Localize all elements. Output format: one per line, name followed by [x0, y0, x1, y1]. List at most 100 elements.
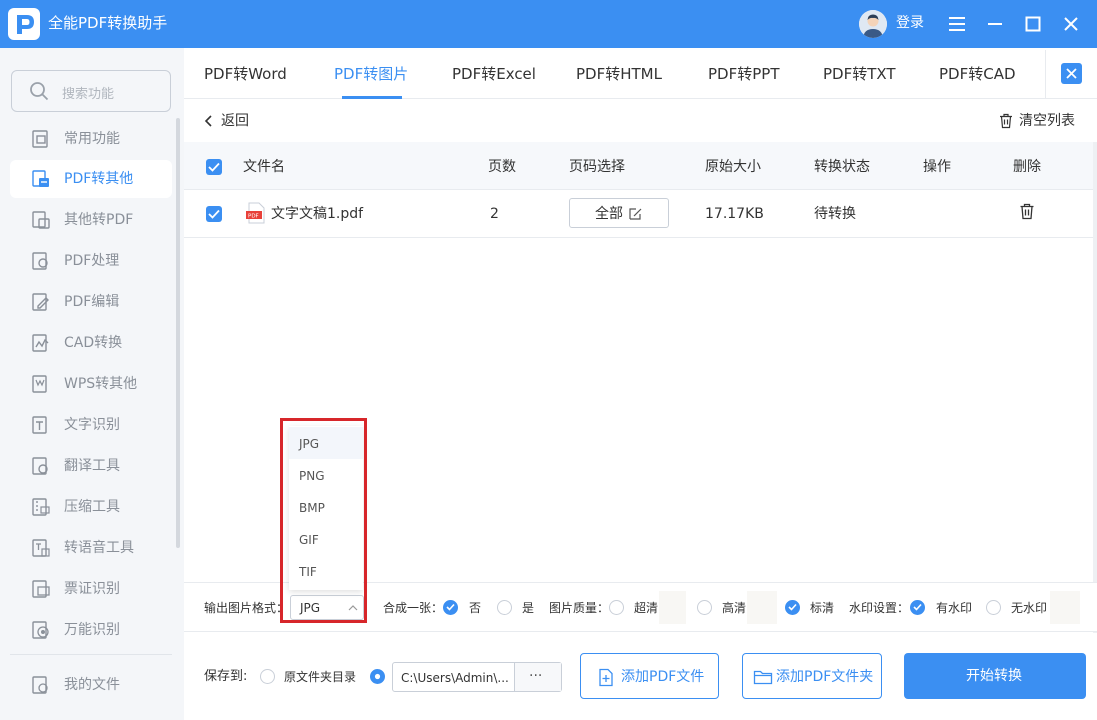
tab-pdf-to-word[interactable]: PDF转Word — [204, 63, 287, 85]
cad-convert-icon — [32, 334, 49, 352]
add-pdf-file-button[interactable]: 添加PDF文件 — [580, 653, 719, 699]
pdf-edit-icon — [32, 293, 49, 311]
active-tab-indicator — [342, 96, 402, 99]
radio-dot-icon — [374, 673, 381, 680]
delete-icon[interactable] — [1019, 203, 1035, 220]
column-header-page-select: 页码选择 — [569, 159, 625, 175]
compress-icon — [32, 498, 50, 516]
add-pdf-folder-button[interactable]: 添加PDF文件夹 — [742, 653, 882, 699]
tab-pdf-to-image[interactable]: PDF转图片 — [334, 63, 408, 85]
highlight-box — [280, 418, 367, 623]
browse-button[interactable]: ··· — [514, 663, 561, 691]
tab-pdf-to-txt[interactable]: PDF转TXT — [823, 63, 896, 85]
column-header-delete: 删除 — [1013, 159, 1041, 175]
tab-pdf-to-ppt[interactable]: PDF转PPT — [708, 63, 779, 85]
sidebar-item-ticket-recognition[interactable]: 票证识别 — [10, 570, 172, 608]
sidebar-item-pdf-process[interactable]: PDF处理 — [10, 242, 172, 280]
file-size: 17.17KB — [705, 206, 764, 222]
sidebar-item-other-to-pdf[interactable]: 其他转PDF — [10, 201, 172, 239]
row-checkbox[interactable] — [206, 206, 222, 222]
check-icon — [208, 162, 220, 172]
translate-icon — [32, 457, 48, 475]
merge-no-radio[interactable] — [443, 600, 458, 615]
sidebar-item-compress[interactable]: 压缩工具 — [10, 488, 172, 526]
save-path-field[interactable]: C:\Users\Admin\... ··· — [392, 662, 562, 692]
app-title: 全能PDF转换助手 — [48, 14, 168, 32]
add-file-icon — [599, 668, 613, 687]
quality-ultra-radio[interactable] — [609, 600, 624, 615]
sidebar-item-universal-recognition[interactable]: 万能识别 — [10, 611, 172, 649]
quality-high-label: 高清 — [722, 601, 747, 615]
sidebar: 搜索功能 常用功能 PDF转其他 其他转PDF PDF处理 PDF编辑 CAD转… — [0, 48, 184, 720]
check-icon — [208, 209, 220, 219]
common-functions-icon — [32, 130, 48, 148]
tab-bar: PDF转Word PDF转图片 PDF转Excel PDF转HTML PDF转P… — [184, 48, 1097, 99]
trash-icon — [1000, 113, 1012, 129]
placeholder-box — [1050, 591, 1080, 624]
merge-yes-label: 是 — [522, 601, 535, 615]
menu-icon[interactable] — [943, 10, 971, 38]
sidebar-scrollbar[interactable] — [176, 118, 180, 548]
search-placeholder: 搜索功能 — [62, 87, 115, 102]
tab-pdf-to-html[interactable]: PDF转HTML — [576, 63, 662, 85]
sidebar-item-pdf-edit[interactable]: PDF编辑 — [10, 283, 172, 321]
title-bar: 全能PDF转换助手 登录 — [0, 0, 1097, 48]
pdf-process-icon — [32, 252, 48, 270]
custom-dir-radio[interactable] — [370, 669, 385, 684]
tab-divider — [1045, 50, 1046, 98]
sidebar-item-wps-convert[interactable]: WPS转其他 — [10, 365, 172, 403]
minimize-icon[interactable] — [981, 10, 1009, 38]
merge-label: 合成一张： — [383, 601, 444, 615]
column-header-pages: 页数 — [488, 159, 516, 175]
check-icon — [788, 603, 797, 611]
start-convert-button[interactable]: 开始转换 — [904, 653, 1086, 699]
watermark-off-radio[interactable] — [986, 600, 1001, 615]
convert-status: 待转换 — [814, 206, 856, 222]
universal-recognition-icon — [32, 621, 49, 639]
sidebar-item-ocr[interactable]: 文字识别 — [10, 406, 172, 444]
quality-standard-label: 标清 — [810, 601, 835, 615]
sidebar-item-pdf-to-other[interactable]: PDF转其他 — [10, 160, 172, 198]
page-select-button[interactable]: 全部 — [569, 198, 669, 228]
login-link[interactable]: 登录 — [896, 13, 924, 33]
sidebar-item-cad-convert[interactable]: CAD转换 — [10, 324, 172, 362]
ocr-icon — [32, 416, 47, 434]
search-icon — [30, 82, 49, 101]
quality-standard-radio[interactable] — [785, 600, 800, 615]
sidebar-item-text-to-speech[interactable]: 转语音工具 — [10, 529, 172, 567]
watermark-off-label: 无水印 — [1011, 601, 1048, 615]
watermark-label: 水印设置： — [849, 601, 910, 615]
quality-label: 图片质量： — [549, 601, 610, 615]
original-dir-radio[interactable] — [260, 669, 275, 684]
text-to-speech-icon — [32, 539, 50, 557]
pdf-file-icon: PDF — [246, 202, 265, 224]
sidebar-item-common-functions[interactable]: 常用功能 — [10, 120, 172, 158]
close-panel-button[interactable] — [1061, 63, 1082, 84]
column-header-status: 转换状态 — [814, 159, 870, 175]
placeholder-box — [659, 591, 686, 624]
search-input[interactable]: 搜索功能 — [11, 70, 171, 112]
merge-no-label: 否 — [469, 601, 482, 615]
close-window-icon[interactable] — [1057, 10, 1085, 38]
tab-pdf-to-cad[interactable]: PDF转CAD — [939, 63, 1016, 85]
watermark-on-radio[interactable] — [910, 600, 925, 615]
quality-high-radio[interactable] — [697, 600, 712, 615]
column-header-operation: 操作 — [923, 159, 951, 175]
select-all-checkbox[interactable] — [206, 159, 222, 175]
edit-icon — [629, 208, 642, 220]
tab-pdf-to-excel[interactable]: PDF转Excel — [452, 63, 536, 85]
svg-text:PDF: PDF — [248, 214, 259, 220]
original-dir-label: 原文件夹目录 — [284, 670, 357, 684]
other-to-pdf-icon — [32, 211, 50, 229]
ticket-recognition-icon — [32, 580, 50, 598]
sidebar-item-translate[interactable]: 翻译工具 — [10, 447, 172, 485]
sidebar-divider — [10, 654, 172, 655]
sidebar-item-my-files[interactable]: 我的文件 — [10, 666, 172, 704]
merge-yes-radio[interactable] — [497, 600, 512, 615]
check-icon — [446, 603, 455, 611]
user-avatar[interactable] — [859, 10, 887, 38]
save-to-label: 保存到: — [204, 669, 248, 684]
wps-convert-icon — [32, 375, 47, 393]
pdf-to-other-icon — [32, 170, 49, 187]
maximize-icon[interactable] — [1019, 10, 1047, 38]
